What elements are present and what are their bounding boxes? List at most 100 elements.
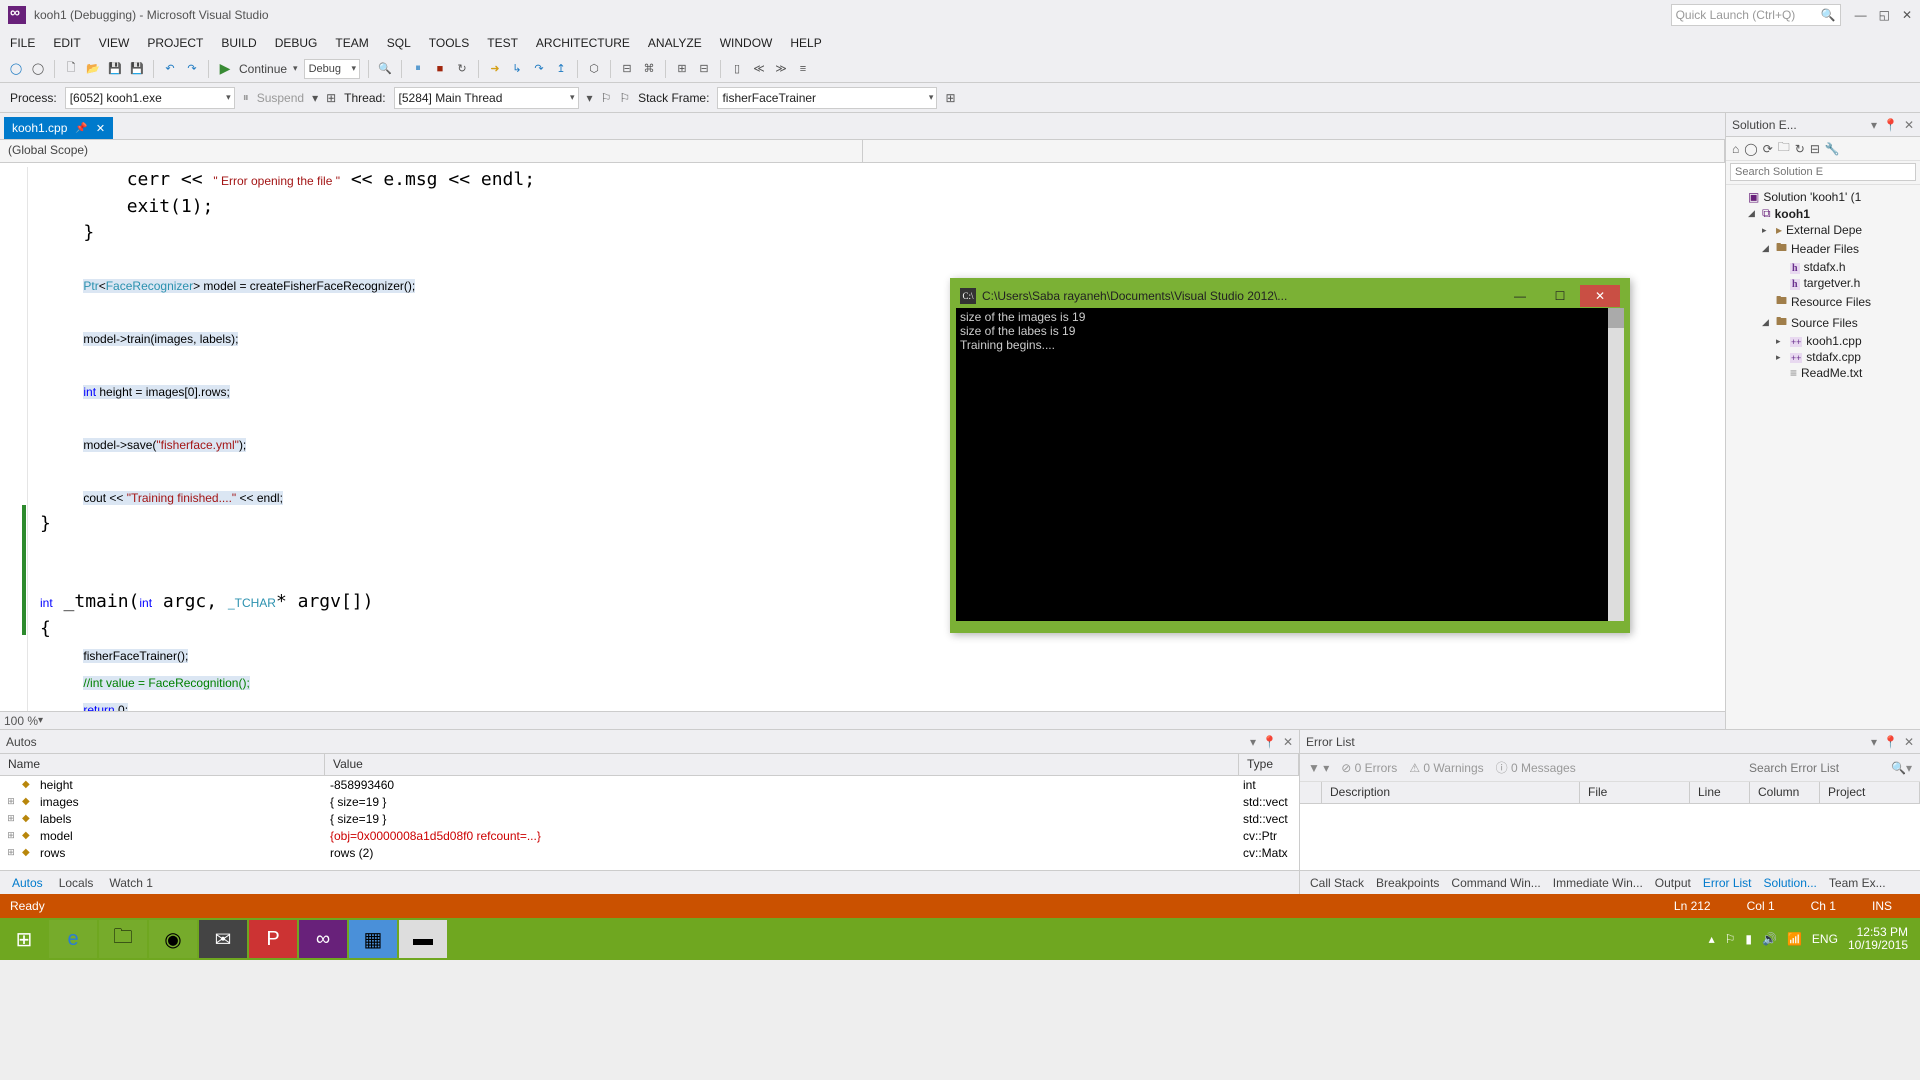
filter-icon[interactable]: ▼ ▾ — [1308, 761, 1329, 775]
menu-project[interactable]: PROJECT — [147, 36, 203, 50]
console-maximize[interactable]: ☐ — [1540, 285, 1580, 307]
console-titlebar[interactable]: C:\ C:\Users\Saba rayaneh\Documents\Visu… — [956, 284, 1624, 308]
tray-network-icon[interactable]: 📶 — [1787, 932, 1802, 946]
menu-debug[interactable]: DEBUG — [275, 36, 318, 50]
autos-grid[interactable]: ◆height-858993460int⊞◆images{ size=19 }s… — [0, 776, 1299, 870]
properties-icon[interactable]: 🔧 — [1825, 142, 1840, 156]
quick-launch-input[interactable]: Quick Launch (Ctrl+Q)🔍 — [1671, 4, 1841, 26]
file-tab-kooh1[interactable]: kooh1.cpp 📌 ✕ — [4, 117, 113, 139]
thread-dropdown[interactable]: [5284] Main Thread — [394, 87, 579, 109]
taskbar-vs[interactable]: ∞ — [299, 920, 347, 958]
tab-watch1[interactable]: Watch 1 — [101, 873, 161, 893]
minimize-button[interactable]: — — [1855, 8, 1867, 22]
undo-button[interactable]: ↶ — [162, 61, 178, 77]
console-output[interactable]: size of the images is 19 size of the lab… — [956, 308, 1624, 621]
tab-solution[interactable]: Solution... — [1758, 873, 1823, 893]
stop-button[interactable]: ■ — [432, 61, 448, 77]
maximize-button[interactable]: ◱ — [1879, 8, 1890, 22]
tab-locals[interactable]: Locals — [51, 873, 102, 893]
bookmark-button[interactable]: ▯ — [729, 61, 745, 77]
tray-battery-icon[interactable]: ▮ — [1745, 932, 1752, 946]
taskbar-console[interactable]: ▬ — [399, 920, 447, 958]
system-tray[interactable]: ▴ ⚐ ▮ 🔊 📶 ENG 12:53 PM10/19/2015 — [1709, 926, 1920, 952]
cmd-button[interactable]: ⌘ — [641, 61, 657, 77]
indent-right-button[interactable]: ≫ — [773, 61, 789, 77]
menu-test[interactable]: TEST — [487, 36, 518, 50]
search-icon[interactable]: 🔍▾ — [1891, 761, 1912, 775]
tray-up-icon[interactable]: ▴ — [1709, 932, 1715, 946]
tray-flag-icon[interactable]: ⚐ — [1725, 932, 1736, 946]
solution-search[interactable] — [1726, 161, 1920, 185]
close-tab-button[interactable]: ✕ — [96, 122, 105, 135]
back-icon[interactable]: ◯ — [1744, 142, 1757, 156]
error-search-input[interactable] — [1749, 761, 1879, 775]
tab-team[interactable]: Team Ex... — [1823, 873, 1892, 893]
warnings-count[interactable]: ⚠ 0 Warnings — [1409, 761, 1483, 775]
continue-button[interactable]: ▶ — [217, 61, 233, 77]
solution-search-input[interactable] — [1730, 163, 1916, 181]
taskbar-mail[interactable]: ✉ — [199, 920, 247, 958]
tab-callstack[interactable]: Call Stack — [1304, 873, 1370, 893]
tab-command[interactable]: Command Win... — [1445, 873, 1546, 893]
hex-button[interactable]: ⬡ — [586, 61, 602, 77]
menu-sql[interactable]: SQL — [387, 36, 411, 50]
format-button[interactable]: ≡ — [795, 61, 811, 77]
error-grid[interactable] — [1300, 804, 1920, 870]
scope-dropdown[interactable]: (Global Scope) — [0, 140, 863, 162]
tab-immediate[interactable]: Immediate Win... — [1547, 873, 1649, 893]
tray-lang[interactable]: ENG — [1812, 932, 1838, 946]
console-scrollbar[interactable] — [1608, 308, 1624, 621]
nav-back-button[interactable]: ◯ — [8, 61, 24, 77]
console-minimize[interactable]: — — [1500, 285, 1540, 307]
console-close[interactable]: ✕ — [1580, 285, 1620, 307]
zoom-indicator[interactable]: 100 % ▾ — [0, 711, 1725, 729]
close-button[interactable]: ✕ — [1902, 8, 1912, 22]
menu-architecture[interactable]: ARCHITECTURE — [536, 36, 630, 50]
home-icon[interactable]: ⌂ — [1732, 142, 1739, 156]
collapse-icon[interactable]: ⊟ — [1810, 142, 1820, 156]
menu-help[interactable]: HELP — [790, 36, 821, 50]
menu-build[interactable]: BUILD — [221, 36, 256, 50]
step-into-button[interactable]: ↳ — [509, 61, 525, 77]
menu-tools[interactable]: TOOLS — [429, 36, 469, 50]
errors-count[interactable]: ⊘ 0 Errors — [1341, 761, 1397, 775]
menu-file[interactable]: FILE — [10, 36, 35, 50]
tray-clock[interactable]: 12:53 PM10/19/2015 — [1848, 926, 1912, 952]
tab-breakpoints[interactable]: Breakpoints — [1370, 873, 1445, 893]
pin-icon[interactable]: 📍 — [1883, 118, 1898, 132]
config-dropdown[interactable]: Debug — [304, 59, 360, 79]
solution-tree[interactable]: Solution 'kooh1' (1 ◢kooh1 ▸External Dep… — [1726, 185, 1920, 729]
tab-errorlist[interactable]: Error List — [1697, 873, 1758, 893]
open-file-button[interactable]: 📂 — [85, 61, 101, 77]
start-button[interactable]: ⊞ — [0, 918, 48, 960]
col-type[interactable]: Type — [1239, 754, 1299, 775]
refresh-icon[interactable]: ↻ — [1795, 142, 1805, 156]
stack-frame-dropdown[interactable]: fisherFaceTrainer — [717, 87, 937, 109]
close-pane-button[interactable]: ✕ — [1904, 118, 1914, 132]
sync-icon[interactable]: ⟳ — [1763, 142, 1773, 156]
console-window[interactable]: C:\ C:\Users\Saba rayaneh\Documents\Visu… — [950, 278, 1630, 633]
menu-edit[interactable]: EDIT — [53, 36, 80, 50]
member-dropdown[interactable] — [863, 140, 1726, 162]
redo-button[interactable]: ↷ — [184, 61, 200, 77]
taskbar-psiphon[interactable]: P — [249, 920, 297, 958]
taskbar-explorer[interactable]: 🗀 — [99, 920, 147, 958]
restart-button[interactable]: ↻ — [454, 61, 470, 77]
menu-analyze[interactable]: ANALYZE — [648, 36, 702, 50]
uncomment-button[interactable]: ⊟ — [696, 61, 712, 77]
taskbar-app1[interactable]: ▦ — [349, 920, 397, 958]
comment-button[interactable]: ⊞ — [674, 61, 690, 77]
breakpoints-button[interactable]: ⊟ — [619, 61, 635, 77]
tray-volume-icon[interactable]: 🔊 — [1762, 932, 1777, 946]
step-out-button[interactable]: ↥ — [553, 61, 569, 77]
show-all-icon[interactable]: 🗀 — [1778, 138, 1790, 159]
tab-output[interactable]: Output — [1649, 873, 1697, 893]
process-dropdown[interactable]: [6052] kooh1.exe — [65, 87, 235, 109]
menu-view[interactable]: VIEW — [99, 36, 130, 50]
tab-autos[interactable]: Autos — [4, 873, 51, 893]
dropdown-icon[interactable]: ▾ — [1871, 118, 1877, 132]
save-all-button[interactable]: 💾 — [129, 61, 145, 77]
pin-icon[interactable]: 📌 — [75, 123, 87, 134]
taskbar-chrome[interactable]: ◉ — [149, 920, 197, 958]
menu-window[interactable]: WINDOW — [720, 36, 773, 50]
